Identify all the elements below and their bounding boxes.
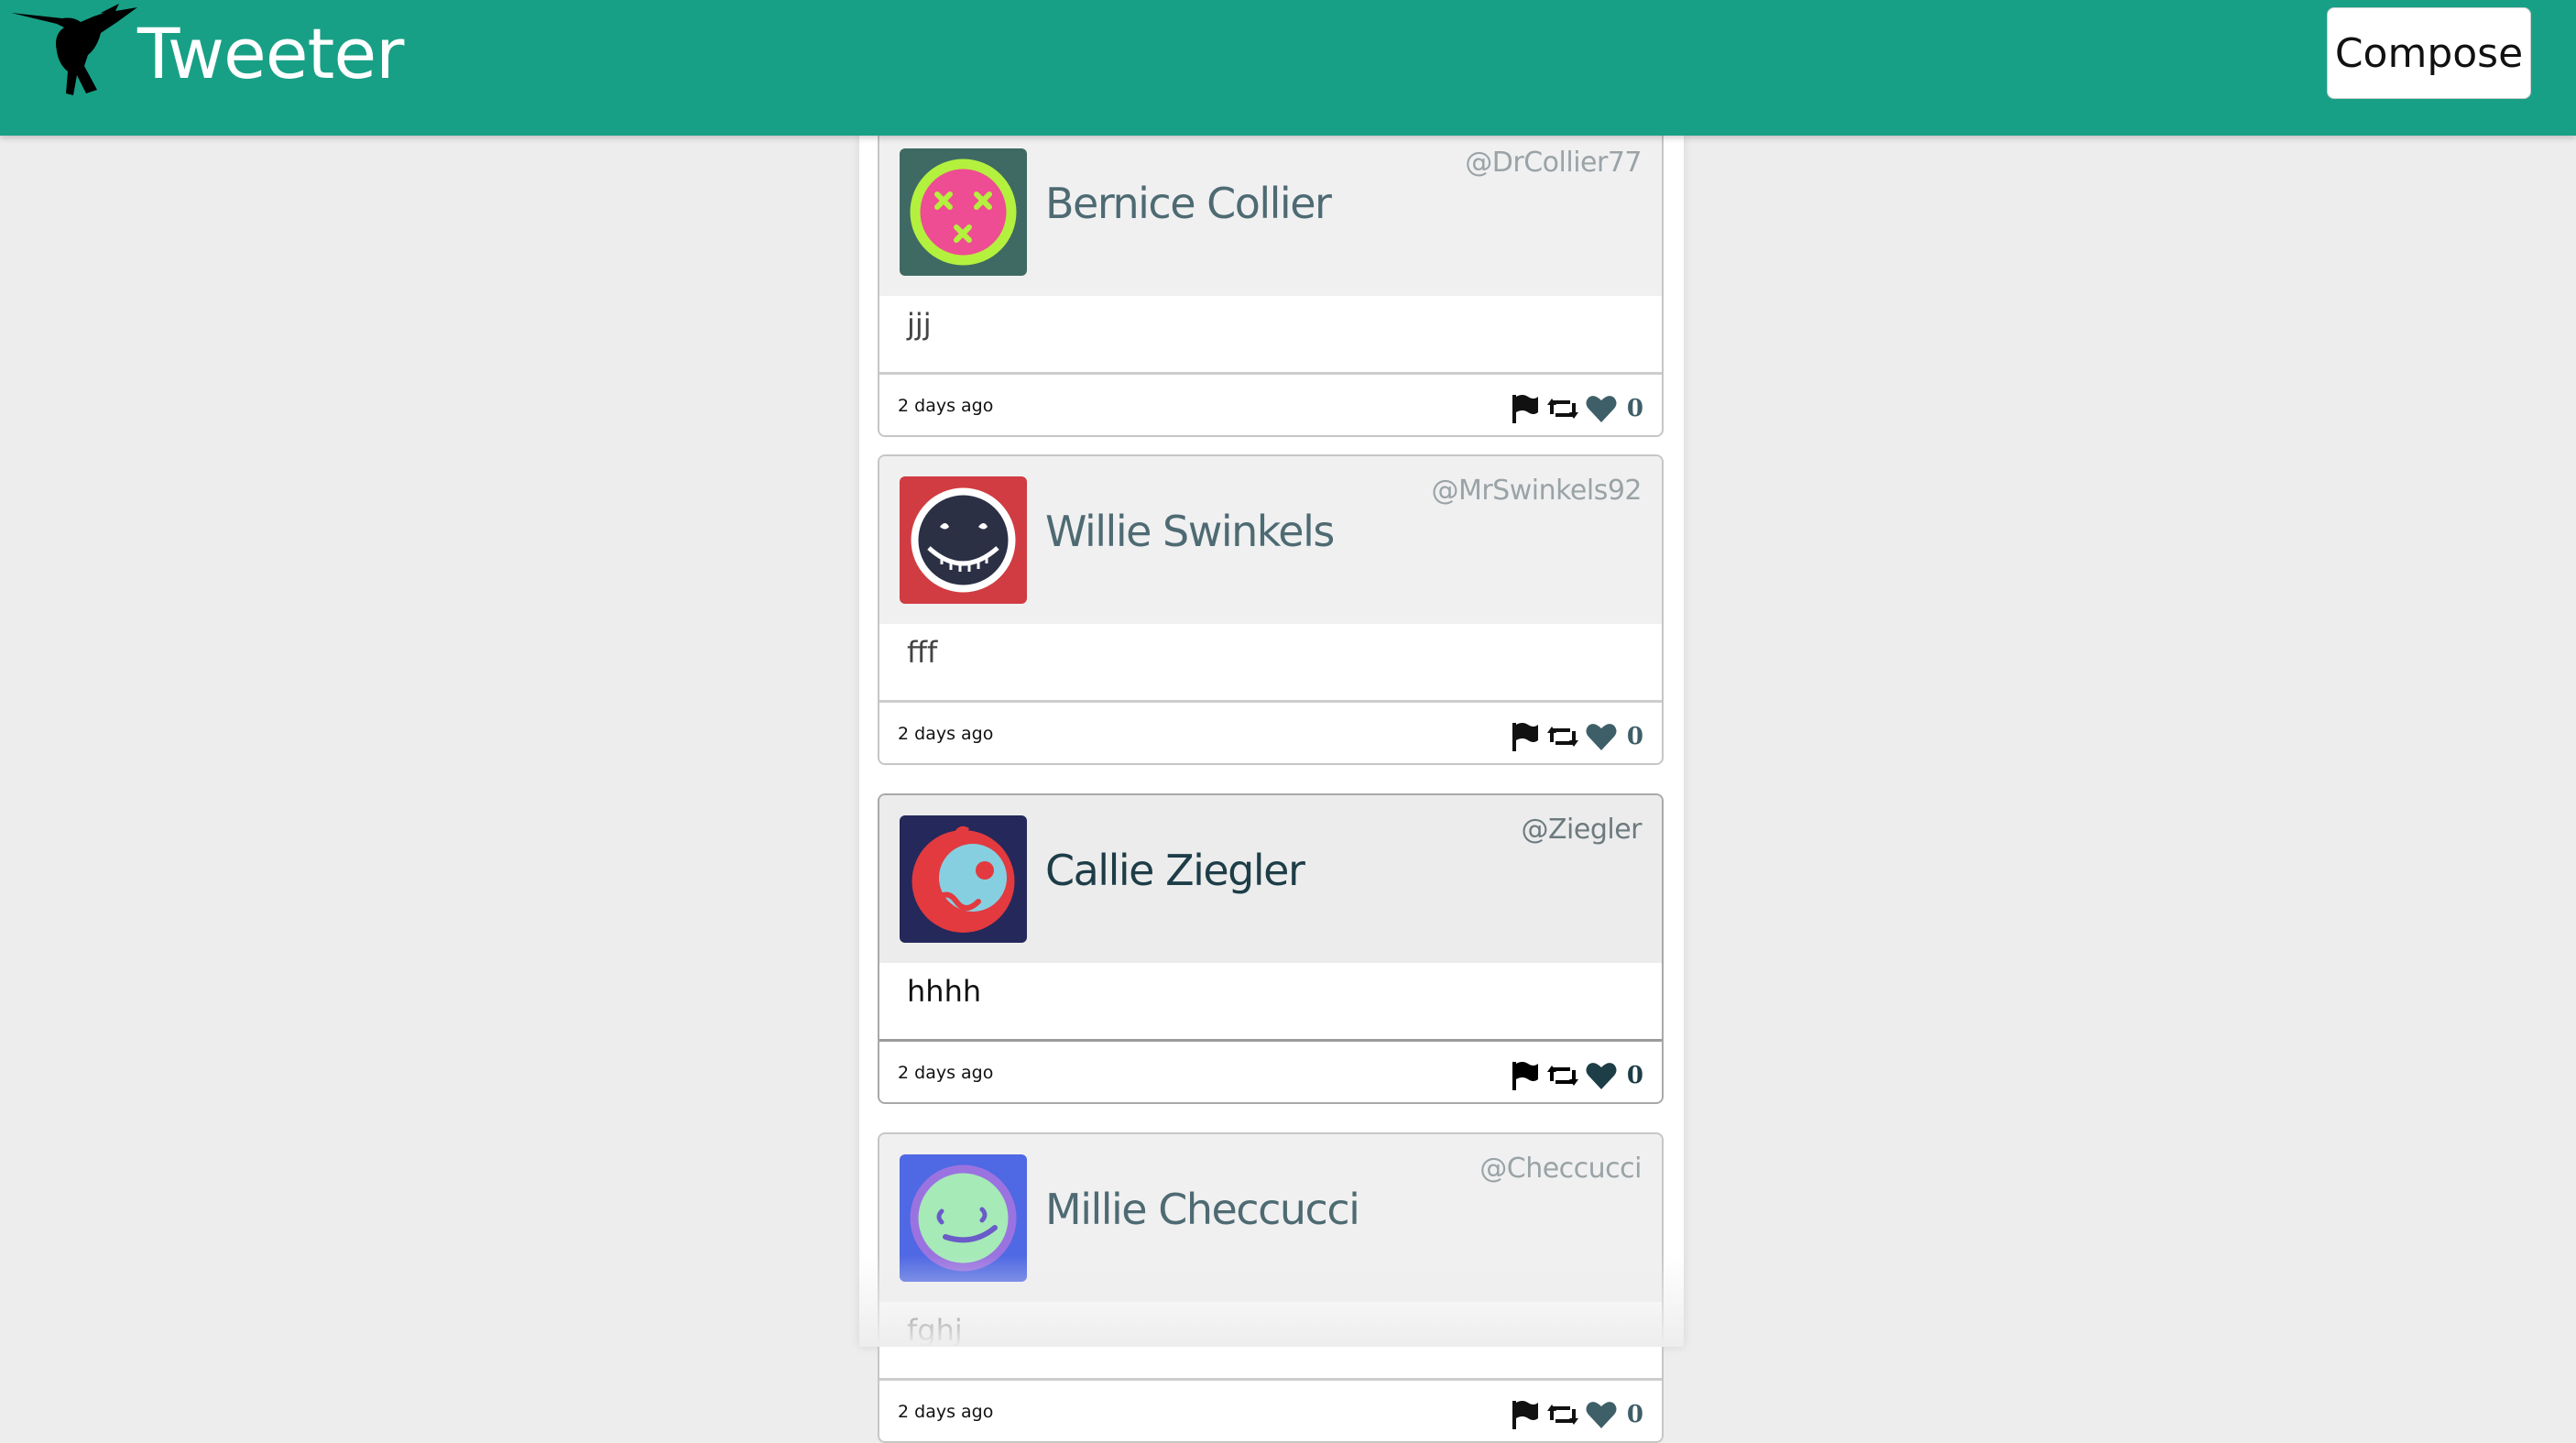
tweet-card: Callie Ziegler @Ziegler hhhh 2 days ago … [878, 793, 1664, 1104]
avatar [900, 1154, 1027, 1282]
tweet-timestamp: 2 days ago [898, 1402, 994, 1422]
user-handle: @MrSwinkels92 [1431, 475, 1642, 507]
tweet-header: Willie Swinkels @MrSwinkels92 [879, 456, 1662, 624]
retweet-icon[interactable] [1546, 1398, 1579, 1431]
retweet-icon[interactable] [1546, 1059, 1579, 1092]
tweet-content: fff [907, 635, 938, 670]
app-title[interactable]: Tweeter [137, 13, 404, 94]
tweet-timestamp: 2 days ago [898, 396, 994, 416]
flag-icon[interactable] [1508, 1059, 1541, 1092]
tweet-card: Millie Checcucci @Checcucci fghj 2 days … [878, 1132, 1664, 1443]
avatar [900, 148, 1027, 276]
user-name: Bernice Collier [1045, 179, 1332, 228]
like-count: 0 [1626, 1062, 1643, 1089]
tweet-actions: 0 [1508, 720, 1643, 753]
tweet-header: Millie Checcucci @Checcucci [879, 1134, 1662, 1302]
tweet-header: Callie Ziegler @Ziegler [879, 795, 1662, 963]
avatar [900, 476, 1027, 604]
tweet-content: fghj [907, 1313, 963, 1348]
tweet-header: Bernice Collier @DrCollier77 [879, 128, 1662, 296]
tweet-content: hhhh [907, 974, 982, 1009]
heart-icon[interactable] [1585, 720, 1618, 753]
user-name: Willie Swinkels [1045, 507, 1335, 556]
tweet-feed[interactable]: Bernice Collier @DrCollier77 jjj 2 days … [859, 126, 1684, 1443]
flag-icon[interactable] [1508, 1398, 1541, 1431]
tweet-timestamp: 2 days ago [898, 724, 994, 744]
tweet-actions: 0 [1508, 1059, 1643, 1092]
dizzy-face-icon [900, 148, 1027, 276]
like-count: 0 [1626, 723, 1643, 750]
user-name: Callie Ziegler [1045, 846, 1305, 895]
retweet-icon[interactable] [1546, 392, 1579, 425]
tweet-actions: 0 [1508, 392, 1643, 425]
flag-icon[interactable] [1508, 392, 1541, 425]
wavy-mouth-face-icon [900, 815, 1027, 943]
retweet-icon[interactable] [1546, 720, 1579, 753]
tweet-actions: 0 [1508, 1398, 1643, 1431]
tweet-timestamp: 2 days ago [898, 1063, 994, 1083]
grinning-ghost-icon [900, 476, 1027, 604]
heart-icon[interactable] [1585, 1398, 1618, 1431]
heart-icon[interactable] [1585, 1059, 1618, 1092]
divider [879, 1039, 1662, 1042]
tweet-card: Willie Swinkels @MrSwinkels92 fff 2 days… [878, 454, 1664, 765]
user-handle: @DrCollier77 [1465, 147, 1642, 179]
hummingbird-icon [11, 4, 137, 95]
divider [879, 372, 1662, 375]
divider [879, 1378, 1662, 1381]
smirk-face-icon [900, 1154, 1027, 1282]
heart-icon[interactable] [1585, 392, 1618, 425]
like-count: 0 [1626, 1401, 1643, 1428]
divider [879, 700, 1662, 703]
top-navbar: Tweeter Compose [0, 0, 2576, 136]
user-handle: @Ziegler [1521, 814, 1642, 846]
tweet-content: jjj [907, 307, 932, 342]
user-name: Millie Checcucci [1045, 1185, 1360, 1234]
avatar [900, 815, 1027, 943]
like-count: 0 [1626, 395, 1643, 422]
user-handle: @Checcucci [1479, 1153, 1642, 1185]
tweet-card: Bernice Collier @DrCollier77 jjj 2 days … [878, 126, 1664, 437]
flag-icon[interactable] [1508, 720, 1541, 753]
compose-button[interactable]: Compose [2327, 7, 2531, 99]
